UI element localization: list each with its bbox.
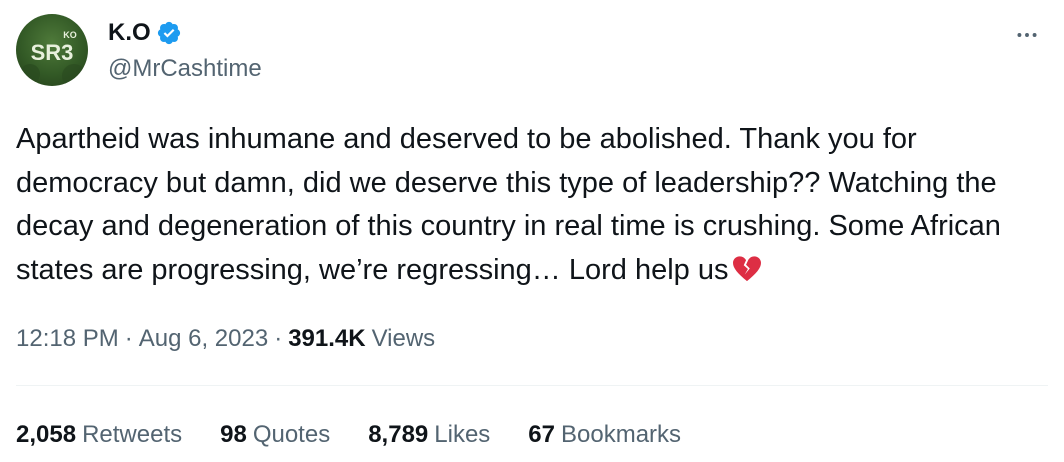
verified-badge-icon[interactable] — [156, 20, 182, 46]
bookmarks-count: 67 — [528, 421, 555, 448]
author-avatar[interactable]: SR3 KO — [16, 14, 88, 86]
bookmarks-stat[interactable]: 67 Bookmarks — [528, 418, 681, 452]
author-display-name[interactable]: K.O — [108, 16, 151, 50]
more-options-button[interactable] — [1010, 18, 1044, 52]
broken-heart-icon — [732, 253, 762, 281]
meta-separator: · — [274, 325, 283, 352]
tweet-text: Apartheid was inhumane and deserved to b… — [16, 118, 1046, 292]
retweets-count: 2,058 — [16, 421, 77, 448]
meta-separator: · — [124, 325, 133, 352]
author-name-row: K.O — [108, 16, 182, 50]
tweet-meta: 12:18 PM · Aug 6, 2023 · 391.4K Views — [16, 322, 435, 356]
quotes-count: 98 — [220, 421, 247, 448]
quotes-label: Quotes — [252, 421, 331, 448]
author-handle[interactable]: @MrCashtime — [108, 52, 262, 86]
tweet-card: SR3 KO K.O @MrCashtime Apartheid was inh… — [0, 0, 1064, 462]
bookmarks-label: Bookmarks — [561, 421, 682, 448]
retweets-stat[interactable]: 2,058 Retweets — [16, 418, 182, 452]
views-count: 391.4K — [288, 325, 366, 352]
likes-count: 8,789 — [368, 421, 429, 448]
avatar-small-text: KO — [63, 30, 77, 40]
views-label: Views — [371, 325, 436, 352]
tweet-date-link[interactable]: Aug 6, 2023 — [139, 322, 268, 356]
divider — [16, 385, 1048, 386]
avatar-image: SR3 KO — [20, 30, 86, 86]
more-horizontal-icon — [1017, 33, 1037, 37]
likes-stat[interactable]: 8,789 Likes — [368, 418, 490, 452]
quotes-stat[interactable]: 98 Quotes — [220, 418, 330, 452]
retweets-label: Retweets — [82, 421, 183, 448]
tweet-stats: 2,058 Retweets 98 Quotes 8,789 Likes 67 Book… — [16, 418, 719, 452]
avatar-text: SR3 — [31, 40, 74, 65]
tweet-text-content: Apartheid was inhumane and deserved to b… — [16, 123, 1001, 286]
tweet-time-link[interactable]: 12:18 PM — [16, 322, 119, 356]
likes-label: Likes — [434, 421, 491, 448]
